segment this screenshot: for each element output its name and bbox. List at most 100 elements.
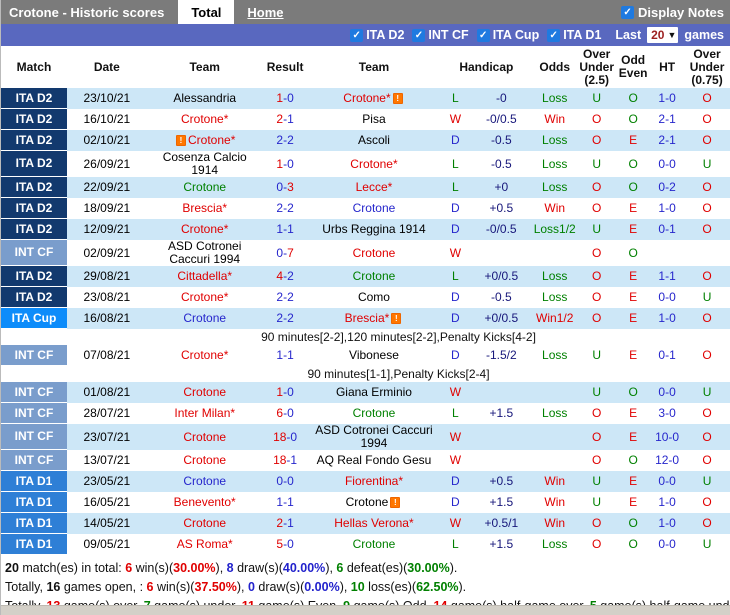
table-row: ITA D1 16/05/21 Benevento* 1-1 Crotone! D +1.5…: [1, 492, 730, 513]
odd-even-cell: E: [629, 201, 638, 215]
over-under-25-cell: O: [592, 429, 602, 444]
table-row: INT CF 01/08/21 Crotone 1-0 Giana Erminio W U O…: [1, 382, 730, 403]
team-name: Crotone: [183, 311, 227, 325]
summary-segment: Totally,: [5, 580, 47, 594]
date-cell: 23/10/21: [83, 91, 131, 105]
score-part: 2: [287, 311, 294, 325]
home-team-cell: Crotone: [147, 513, 263, 534]
date-cell: 16/08/21: [83, 311, 131, 325]
team-name: Lecce*: [355, 180, 393, 194]
score-part: 0: [287, 156, 294, 171]
away-team-cell: Pisa: [308, 109, 441, 130]
over-under-075-cell: O: [702, 133, 712, 147]
odd-even-cell: E: [629, 406, 638, 420]
home-team-cell: Alessandria: [147, 88, 263, 109]
league-cell: ITA D1: [1, 471, 67, 492]
wld-cell: D: [451, 474, 460, 488]
score-part: 1: [276, 222, 284, 236]
wld-cell: L: [452, 91, 459, 105]
handicap-cell: -0.5: [490, 290, 512, 304]
date-cell: 07/08/21: [83, 348, 131, 362]
date-cell: 23/05/21: [83, 474, 131, 488]
ht-cell: 0-1: [658, 348, 676, 362]
summary-segment: 40.00%: [282, 561, 326, 575]
team-name: Crotone: [352, 406, 396, 420]
result-cell: 1-1: [263, 492, 308, 513]
table-row: ITA D1 23/05/21 Crotone 0-0 Fiorentina* D +0.5…: [1, 471, 730, 492]
date-cell: 23/07/21: [83, 429, 131, 444]
checkbox-checked-icon[interactable]: ✓: [412, 28, 426, 42]
ht-cell: 1-0: [658, 311, 676, 325]
team-name: Crotone: [183, 453, 227, 467]
home-team-cell: Crotone*: [147, 287, 263, 308]
checkbox-checked-icon[interactable]: ✓: [547, 28, 561, 42]
summary-segment: match(es) in total:: [18, 561, 126, 575]
checkbox-checked-icon[interactable]: ✓: [476, 28, 490, 42]
odds-cell: Loss: [542, 133, 568, 147]
away-team-cell: Urbs Reggina 1914: [308, 219, 441, 240]
handicap-cell: +0.5: [489, 474, 514, 488]
over-under-075-cell: O: [702, 495, 712, 509]
last-games-select[interactable]: 20 ▼: [647, 27, 679, 43]
odds-cell: Win: [544, 516, 566, 530]
odd-even-cell: E: [629, 348, 638, 362]
ht-cell: [650, 240, 684, 266]
wld-cell: W: [449, 516, 462, 530]
home-team-cell: Cittadella*: [147, 266, 263, 287]
team-name: Crotone*: [181, 348, 229, 362]
score-part: 1: [287, 222, 294, 236]
team-name: Alessandria: [173, 91, 237, 105]
score-part: 2: [276, 311, 284, 325]
handicap-cell: [470, 450, 532, 471]
away-team-cell: Crotone: [308, 240, 441, 266]
result-cell: 1-0: [263, 88, 308, 109]
wld-cell: D: [451, 290, 460, 304]
league-cell: INT CF: [1, 403, 67, 424]
result-cell: 0-0: [263, 471, 308, 492]
summary-segment: 10: [350, 580, 365, 594]
team-name: Hellas Verona*: [334, 516, 414, 530]
wld-cell: L: [452, 406, 459, 420]
home-team-cell: Crotone*: [147, 345, 263, 366]
score-part: 2: [276, 516, 284, 530]
odds-cell: Loss: [542, 91, 568, 105]
match-note-row: 90 minutes[2-2],120 minutes[2-2],Penalty…: [1, 329, 730, 345]
bottom-scrollbar-track[interactable]: [1, 605, 730, 615]
summary-segment: 30.00%: [173, 561, 216, 575]
display-notes-checkbox[interactable]: ✓: [621, 5, 635, 19]
result-cell: 1-0: [263, 151, 308, 177]
home-team-cell: Crotone*: [147, 109, 263, 130]
wld-cell: L: [452, 269, 459, 283]
team-name: Vibonese: [349, 348, 399, 362]
home-team-cell: Crotone: [147, 177, 263, 198]
checkbox-checked-icon[interactable]: ✓: [350, 28, 364, 42]
handicap-cell: -0: [495, 91, 507, 105]
away-team-cell: Crotone: [308, 266, 441, 287]
score-part: 0: [287, 91, 294, 105]
header-match: Match: [16, 59, 52, 74]
summary-line-2: Totally, 16 games open, : 6 win(s)(37.50…: [5, 578, 724, 597]
table-row: ITA D2 29/08/21 Cittadella* 4-2 Crotone L +0/0…: [1, 266, 730, 287]
league-cell: ITA D2: [1, 109, 67, 130]
score-part: 2: [276, 112, 284, 126]
summary-segment: win(s)(: [153, 580, 195, 594]
over-under-25-cell: O: [592, 112, 602, 126]
tab-total[interactable]: Total: [178, 0, 235, 24]
over-under-25-cell: U: [592, 222, 602, 236]
away-team-cell: Crotone!: [308, 492, 441, 513]
score-part: 3: [287, 180, 294, 194]
team-name: Pisa: [362, 112, 386, 126]
table-header-row: Match Date Team Result Team Handicap Odds Over …: [1, 46, 730, 88]
score-part: 18: [273, 453, 287, 467]
tab-home[interactable]: Home: [234, 0, 296, 24]
away-team-cell: Crotone*: [308, 151, 441, 177]
odds-cell: Loss: [542, 348, 568, 362]
over-under-075-cell: O: [702, 91, 712, 105]
league-cell: INT CF: [1, 382, 67, 403]
date-cell: 12/09/21: [83, 222, 131, 236]
wld-cell: L: [452, 180, 459, 194]
ht-cell: 3-0: [658, 406, 676, 420]
result-cell: 1-1: [263, 219, 308, 240]
result-cell: 2-2: [263, 198, 308, 219]
date-cell: 18/09/21: [83, 201, 131, 215]
